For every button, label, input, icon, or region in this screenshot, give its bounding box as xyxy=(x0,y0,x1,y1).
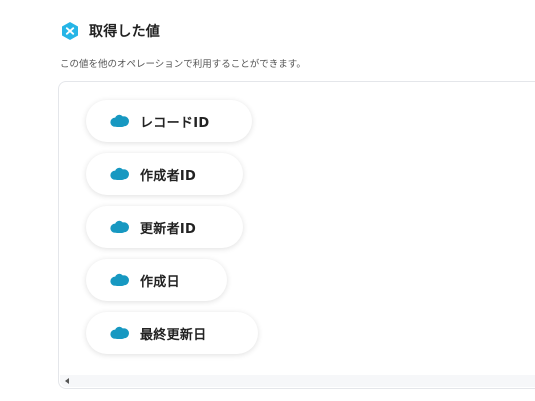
value-chip-label: 更新者ID xyxy=(140,221,197,237)
value-chip-label: レコードID xyxy=(140,115,210,131)
salesforce-cloud-icon xyxy=(110,114,129,127)
value-chip-label: 作成日 xyxy=(140,274,180,290)
salesforce-cloud-icon xyxy=(110,220,129,233)
section-description: この値を他のオペレーションで利用することができます。 xyxy=(60,59,306,70)
horizontal-scrollbar[interactable] xyxy=(60,375,535,387)
section-title: 取得した値 xyxy=(89,24,160,40)
retrieved-values-section: 取得した値 この値を他のオペレーションで利用することができます。 レコードID xyxy=(0,0,535,401)
scroll-left-arrow-icon[interactable] xyxy=(65,378,69,384)
value-chip-updated-by-id[interactable]: 更新者ID xyxy=(86,206,243,248)
salesforce-cloud-icon xyxy=(110,167,129,180)
value-chip-label: 作成者ID xyxy=(140,168,197,184)
value-chip-last-modified-date[interactable]: 最終更新日 xyxy=(86,312,258,354)
value-chip-created-by-id[interactable]: 作成者ID xyxy=(86,153,243,195)
yoom-hex-icon xyxy=(62,22,78,40)
salesforce-cloud-icon xyxy=(110,326,129,339)
value-chip-label: 最終更新日 xyxy=(140,327,207,343)
section-header: 取得した値 xyxy=(60,21,160,41)
salesforce-cloud-icon xyxy=(110,273,129,286)
value-chip-created-date[interactable]: 作成日 xyxy=(86,259,227,301)
values-panel: レコードID 作成者ID 更新者ID 作成日 最終更新日 xyxy=(58,81,535,389)
value-chip-record-id[interactable]: レコードID xyxy=(86,100,252,142)
